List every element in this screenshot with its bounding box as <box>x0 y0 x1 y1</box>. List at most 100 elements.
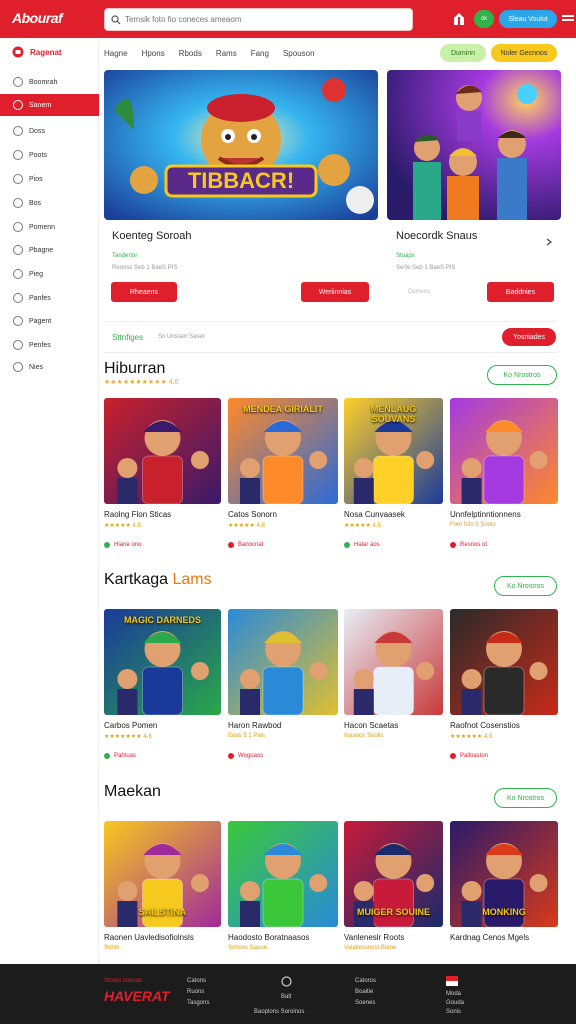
sidebar-heading[interactable]: Ragenat <box>12 46 62 58</box>
footer-logo[interactable]: HAVERAT <box>104 988 170 1004</box>
sidebar: Ragenat Boomrah Sanem Doss Poots Pios Bos Pome… <box>0 38 99 964</box>
game-card-image[interactable] <box>450 398 558 504</box>
sidebar-item-icon <box>13 293 23 303</box>
nav-link[interactable]: Rbods <box>179 49 202 58</box>
game-card-image[interactable]: MENDEA GIRIALIT <box>228 398 338 504</box>
footer-link[interactable]: Soenes <box>355 1000 375 1006</box>
footer-link[interactable]: Catoros <box>355 978 376 984</box>
profile-badge[interactable]: ok <box>474 10 494 28</box>
game-art <box>450 398 558 504</box>
hero-2-primary-button[interactable]: Baddnies <box>487 282 554 302</box>
gift-icon[interactable] <box>452 12 466 26</box>
chevron-right-icon[interactable] <box>546 238 552 246</box>
nav-link[interactable]: Fang <box>251 49 269 58</box>
sidebar-item[interactable]: Pomenn <box>0 216 99 238</box>
game-card-image[interactable]: MAGIC DARNEDS <box>104 609 221 715</box>
sidebar-item-icon <box>13 222 23 232</box>
game-card-title[interactable]: Hacon Scaetas <box>344 721 447 730</box>
sidebar-item[interactable]: Pbagne <box>0 239 99 261</box>
game-card-title[interactable]: Carbos Pomen <box>104 721 225 730</box>
sidebar-item-label: Bos <box>29 199 42 207</box>
game-card-image[interactable] <box>104 398 221 504</box>
sidebar-item[interactable]: Doss <box>0 120 99 142</box>
game-card-title[interactable]: Catos Sonorn <box>228 510 342 519</box>
game-card-title[interactable]: Vanleneslr Roots <box>344 933 447 942</box>
nav-link[interactable]: Rams <box>216 49 237 58</box>
footer-link[interactable]: Boaitie <box>355 989 373 995</box>
game-card-image[interactable]: MUIGER SOUINE <box>344 821 443 927</box>
game-card-title[interactable]: Raonen Uavledisofiolnsls <box>104 933 225 942</box>
game-card-image[interactable] <box>450 609 558 715</box>
promo-button[interactable]: Yosniades <box>502 328 556 346</box>
hero-banner-2[interactable] <box>387 70 561 220</box>
game-card-tag-label: Halar aos <box>354 542 380 548</box>
site-logo[interactable]: Abouraf <box>12 10 63 26</box>
search-box[interactable] <box>104 8 413 31</box>
nav-link[interactable]: Spouson <box>283 49 315 58</box>
footer-link[interactable]: Tasgons <box>187 1000 209 1006</box>
footer-link[interactable]: Sonis <box>446 1009 461 1015</box>
hero-2-ghost-button[interactable]: Comens <box>396 282 442 302</box>
sidebar-item-icon <box>13 198 23 208</box>
sidebar-item[interactable]: Boomrah <box>0 71 99 93</box>
sidebar-item[interactable]: Sanem <box>0 94 99 116</box>
nav-link[interactable]: Hagne <box>104 49 128 58</box>
game-card-title[interactable]: Haodosto Boratnaasos <box>228 933 342 942</box>
game-card-image[interactable] <box>344 609 443 715</box>
game-card-tag[interactable]: Banocnat <box>228 542 263 548</box>
section-title-text: Kartkaga <box>104 571 169 588</box>
menu-icon[interactable] <box>561 12 575 26</box>
footer-link[interactable]: Catons <box>187 978 206 984</box>
hero-1-secondary-button[interactable]: Weriinnias <box>301 282 369 302</box>
hero-1-primary-button[interactable]: Rheaens <box>111 282 177 302</box>
nav-pill-green[interactable]: Duminn <box>440 44 486 62</box>
hero-2-sub: Stuaps <box>396 253 415 259</box>
game-card-image[interactable] <box>228 609 338 715</box>
game-card-tag[interactable]: Wogoaos <box>228 753 263 759</box>
game-card-tag[interactable]: Hiane ono <box>104 542 141 548</box>
login-button[interactable]: Sleau Voulot <box>499 10 557 28</box>
section-more-button[interactable]: Ko Nrostros <box>494 788 557 808</box>
game-card-tag[interactable]: Resnos ot <box>450 542 487 548</box>
game-card-title[interactable]: Raofnot Cosenstios <box>450 721 562 730</box>
game-card-title[interactable]: Haron Rawbod <box>228 721 342 730</box>
sidebar-item[interactable]: Pieg <box>0 263 99 285</box>
footer-link[interactable]: Moda <box>446 991 461 997</box>
game-card-title[interactable]: Kardnag Cenos Mgels <box>450 933 562 942</box>
footer-link[interactable]: Ruons <box>187 989 204 995</box>
search-input[interactable] <box>125 15 405 24</box>
sidebar-item[interactable]: Poots <box>0 144 99 166</box>
sidebar-item[interactable]: Pagent <box>0 310 99 332</box>
sidebar-item[interactable]: Panfes <box>0 287 99 309</box>
section-title: Maekan <box>104 783 161 801</box>
section-more-button[interactable]: Ko Nrostros <box>494 576 557 596</box>
home-icon <box>12 46 24 58</box>
game-card-title[interactable]: Unnfelptinntionnens <box>450 510 562 519</box>
sidebar-item[interactable]: Bos <box>0 192 99 214</box>
nav-link[interactable]: Hpons <box>142 49 165 58</box>
sidebar-item[interactable]: Nies <box>0 356 99 378</box>
hero-banner-1[interactable]: TIBBACR! <box>104 70 378 220</box>
sidebar-item-icon <box>13 362 23 372</box>
sidebar-item-label: Poots <box>29 151 47 159</box>
flag-icon[interactable] <box>446 976 458 986</box>
game-card-tag[interactable]: Halar aos <box>344 542 380 548</box>
game-card-title[interactable]: Nosa Cunvaasek <box>344 510 447 519</box>
section-more-button[interactable]: Ko Nrostros <box>487 365 557 385</box>
game-card-image[interactable]: SAILSTINA <box>104 821 221 927</box>
game-card-rating: Fonr fsfo 5 Soolo <box>450 522 496 528</box>
game-card-tag[interactable]: Palloaston <box>450 753 488 759</box>
sidebar-item[interactable]: Penfes <box>0 334 99 356</box>
game-card-title[interactable]: Raolng Flon Sticas <box>104 510 225 519</box>
game-card-image[interactable]: MONKING <box>450 821 558 927</box>
game-card-image[interactable]: MENLAUG SOUVANS <box>344 398 443 504</box>
game-card-image[interactable] <box>228 821 338 927</box>
sidebar-item-icon <box>13 126 23 136</box>
game-card-tag[interactable]: Pahtuas <box>104 753 136 759</box>
game-card-rating: ★★★★★★ 4.9 <box>450 734 493 740</box>
sidebar-item-label: Pieg <box>29 270 44 278</box>
sidebar-item[interactable]: Pios <box>0 168 99 190</box>
nav-pill-yellow[interactable]: Noler Gecnnos <box>491 44 557 62</box>
game-card-banner: MONKING <box>482 907 526 917</box>
footer-link[interactable]: Gouda <box>446 1000 464 1006</box>
